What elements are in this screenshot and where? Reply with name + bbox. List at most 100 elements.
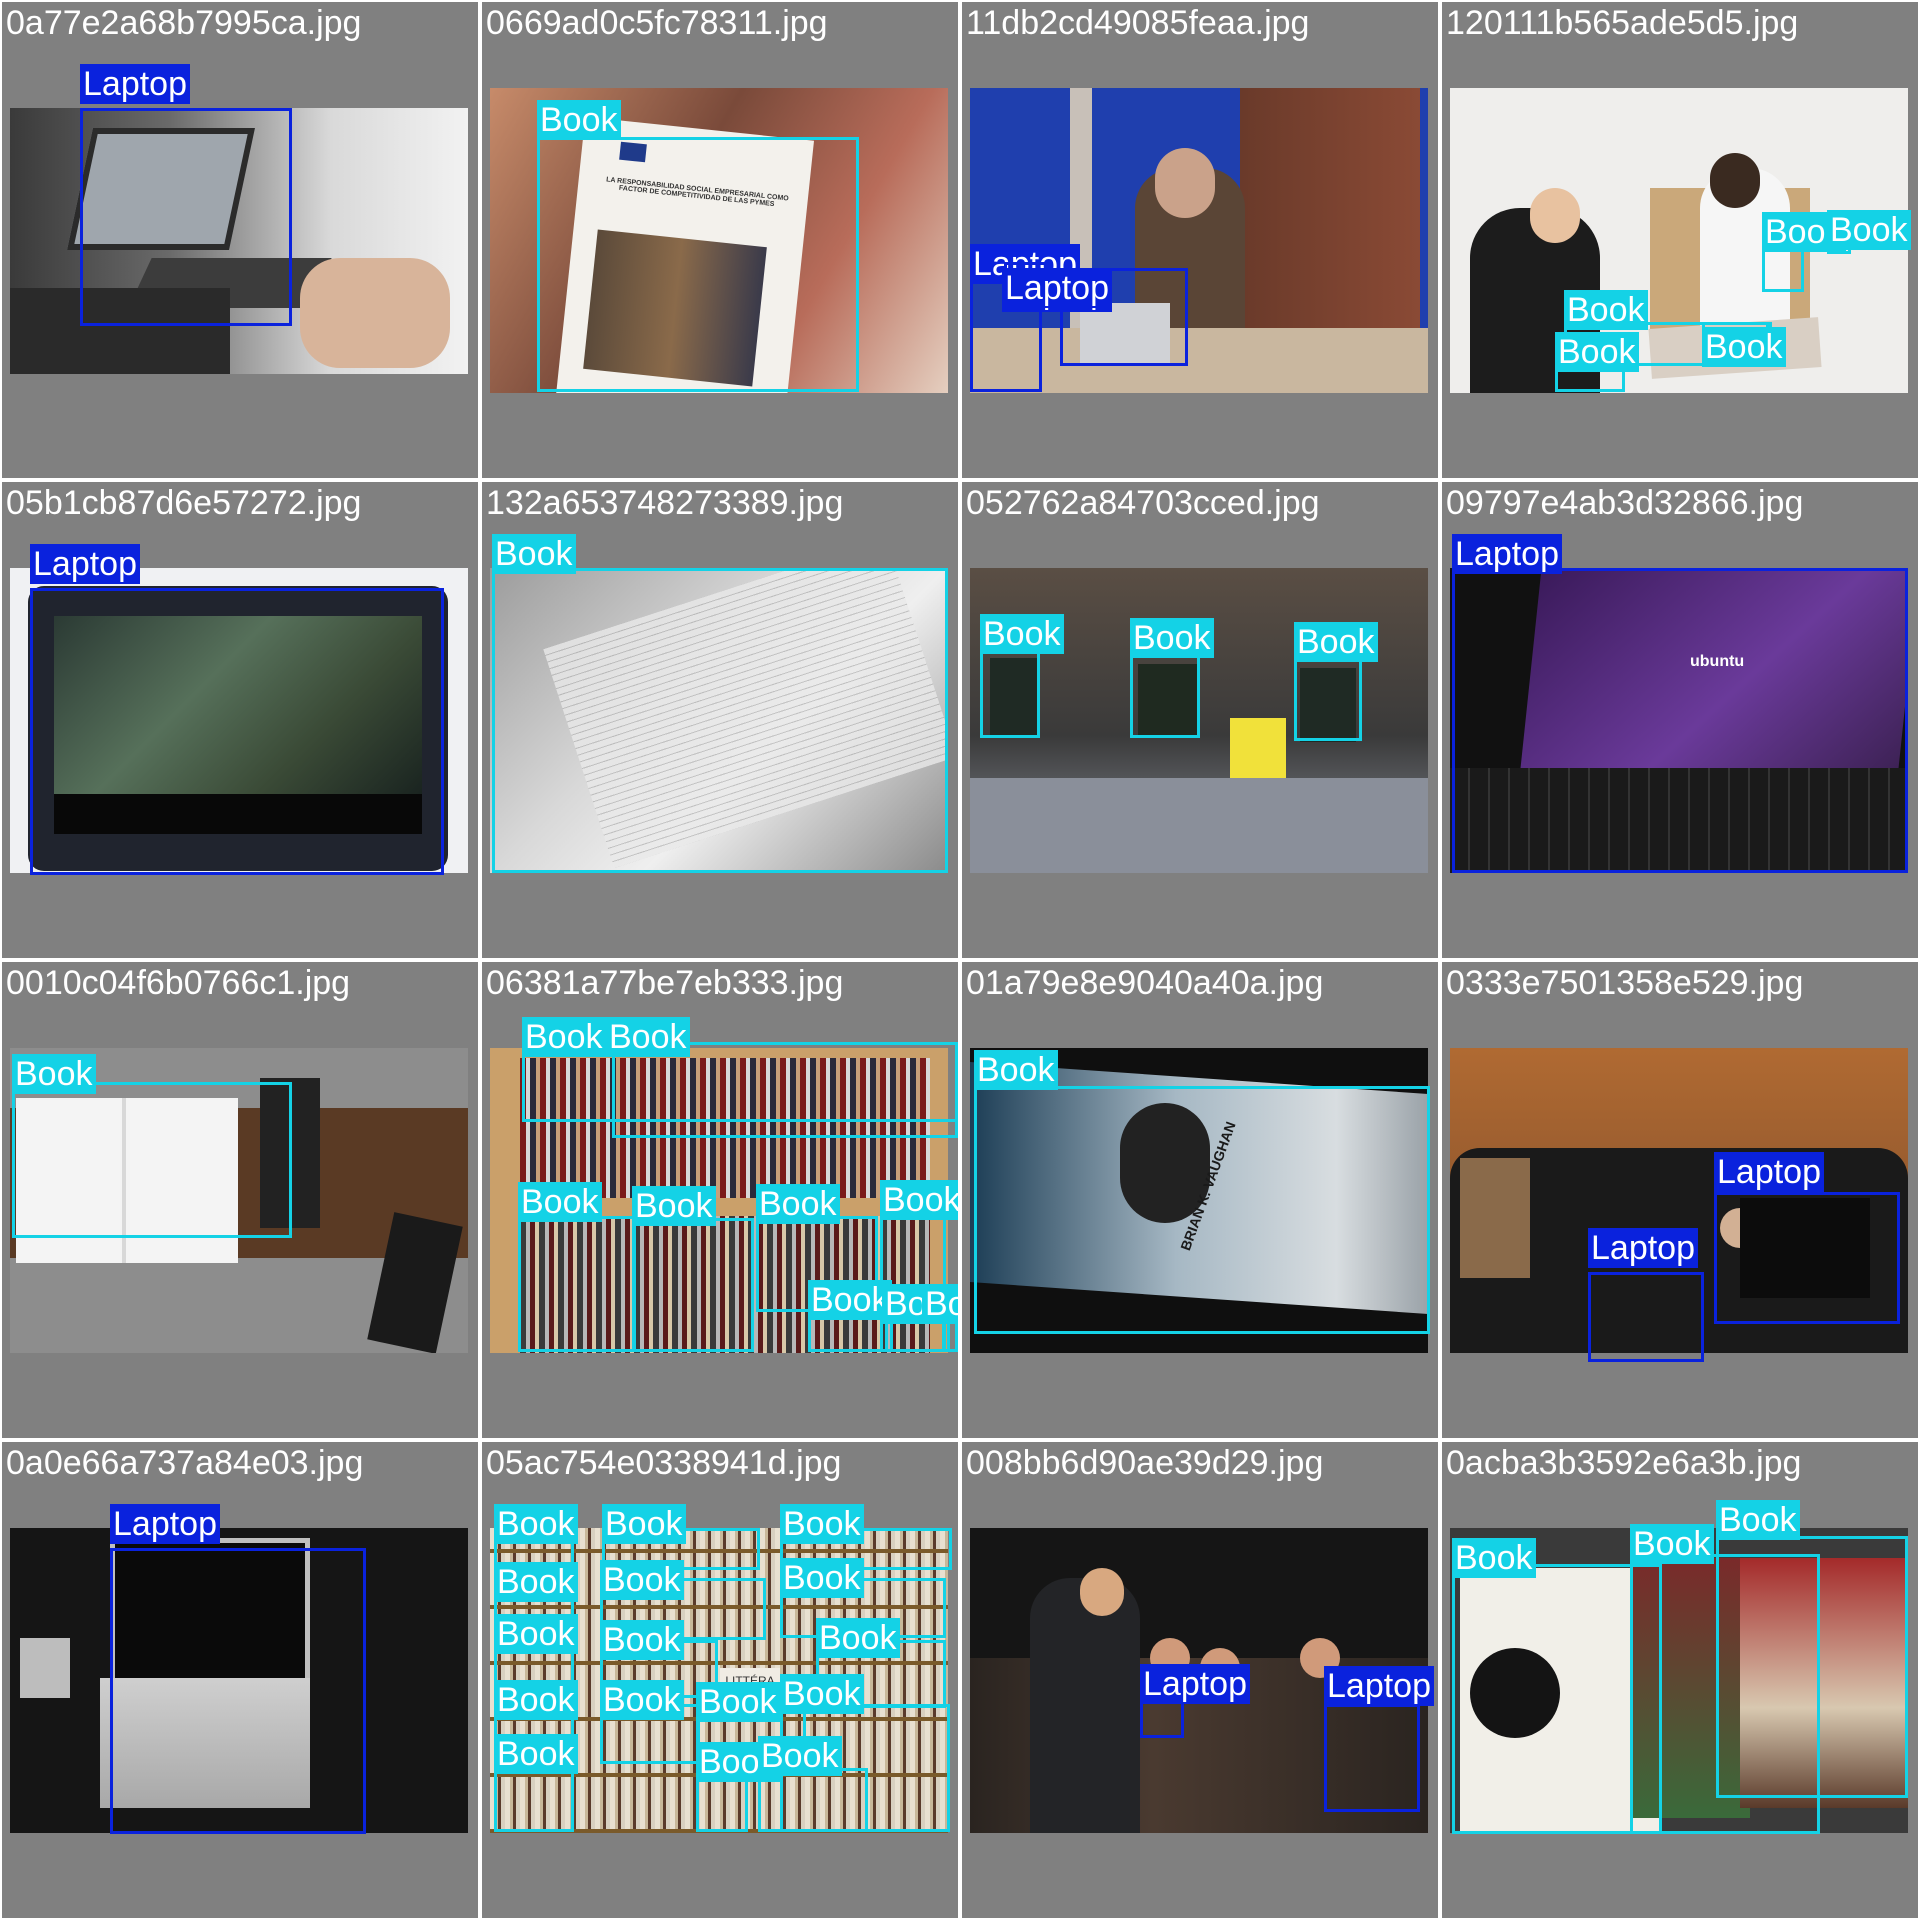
file-name: 052762a84703cced.jpg <box>966 484 1320 522</box>
book-label: Book <box>1827 210 1911 250</box>
grid-cell: LITTÉRA 05ac754e0338941d.jpg Book Book Book B… <box>482 1442 958 1918</box>
photo-detail <box>1080 1568 1124 1616</box>
book-label: Book <box>494 1614 578 1654</box>
book-label: Book <box>518 1182 602 1222</box>
grid-cell: 0010c04f6b0766c1.jpg Book <box>2 962 478 1438</box>
laptop-label: Laptop <box>1002 268 1112 308</box>
book-label: Book <box>494 1680 578 1720</box>
laptop-bounding-box <box>110 1548 366 1834</box>
book-label: Book <box>494 1562 578 1602</box>
file-name: 008bb6d90ae39d29.jpg <box>966 1444 1324 1482</box>
book-label: Book <box>12 1054 96 1094</box>
grid-cell: 0a0e66a737a84e03.jpg Laptop <box>2 1442 478 1918</box>
laptop-bounding-box <box>1714 1192 1900 1324</box>
book-label: Book <box>758 1736 842 1776</box>
grid-cell: 11db2cd49085feaa.jpgLaptopLaptopLaptop <box>962 2 1438 478</box>
laptop-label: Laptop <box>1140 1664 1250 1704</box>
file-name: 05ac754e0338941d.jpg <box>486 1444 842 1482</box>
grid-cell: 120111b565ade5d5.jpg Book Book Book Book Book <box>1442 2 1918 478</box>
file-name: 0a77e2a68b7995ca.jpg <box>6 4 362 42</box>
book-bounding-box <box>1130 654 1200 738</box>
file-name: 09797e4ab3d32866.jpg <box>1446 484 1804 522</box>
book-bounding-box <box>12 1082 292 1238</box>
book-label: Book <box>600 1680 684 1720</box>
laptop-bounding-box <box>80 108 292 326</box>
book-label: Book <box>537 100 621 140</box>
book-label: Book <box>756 1184 840 1224</box>
book-label: Book <box>1452 1538 1536 1578</box>
photo-detail <box>970 778 1428 873</box>
file-name: 0333e7501358e529.jpg <box>1446 964 1804 1002</box>
laptop-bounding-box <box>30 588 444 875</box>
grid-cell: 0acba3b3592e6a3b.jpg Book Book Book <box>1442 1442 1918 1918</box>
book-label: Book <box>1564 290 1648 330</box>
grid-cell: 052762a84703cced.jpg Book Book Book <box>962 482 1438 958</box>
laptop-bounding-box <box>1452 568 1908 873</box>
grid-cell: 06381a77be7eb333.jpg Book Book Book Book Book… <box>482 962 958 1438</box>
book-label: Book <box>522 1017 606 1057</box>
file-name: 01a79e8e9040a40a.jpg <box>966 964 1324 1002</box>
book-bounding-box <box>758 1768 868 1832</box>
book-label: Book <box>922 1284 958 1324</box>
book-bounding-box <box>492 568 948 873</box>
book-label: Book <box>980 614 1064 654</box>
grid-cell: ubuntu 09797e4ab3d32866.jpg Laptop <box>1442 482 1918 958</box>
photo-detail <box>20 1638 70 1698</box>
book-label: Book <box>606 1017 690 1057</box>
book-label: Book <box>492 534 576 574</box>
file-name: 11db2cd49085feaa.jpg <box>966 4 1310 42</box>
photo-detail <box>1155 148 1215 218</box>
laptop-label: Laptop <box>80 64 190 104</box>
book-label: Book <box>1294 622 1378 662</box>
book-label: Book <box>600 1620 684 1660</box>
file-name: 0010c04f6b0766c1.jpg <box>6 964 351 1002</box>
laptop-label: Laptop <box>30 544 140 584</box>
book-bounding-box <box>1716 1536 1908 1798</box>
laptop-label: Laptop <box>1588 1228 1698 1268</box>
laptop-bounding-box <box>1140 1700 1184 1738</box>
book-label: Book <box>808 1280 892 1320</box>
book-label: Book <box>880 1180 958 1220</box>
photo-detail <box>1460 1158 1530 1278</box>
photo-detail <box>300 258 450 368</box>
grid-cell: 008bb6d90ae39d29.jpg Laptop Laptop <box>962 1442 1438 1918</box>
file-name: 0a0e66a737a84e03.jpg <box>6 1444 364 1482</box>
grid-cell: 05b1cb87d6e57272.jpg Laptop <box>2 482 478 958</box>
detection-grid: 0a77e2a68b7995ca.jpg Laptop LA RESPONSABI… <box>0 0 1920 1920</box>
laptop-bounding-box <box>1588 1272 1704 1362</box>
photo-detail <box>1030 1578 1140 1833</box>
file-name: 120111b565ade5d5.jpg <box>1446 4 1799 42</box>
file-name: 132a653748273389.jpg <box>486 484 844 522</box>
laptop-label: Laptop <box>110 1504 220 1544</box>
book-label: Book <box>1716 1500 1800 1540</box>
laptop-label: Laptop <box>1714 1152 1824 1192</box>
book-bounding-box <box>974 1086 1430 1334</box>
book-label: Book <box>494 1504 578 1544</box>
book-label: Book <box>632 1186 716 1226</box>
file-name: 0acba3b3592e6a3b.jpg <box>1446 1444 1802 1482</box>
grid-cell: BRIAN K. VAUGHAN 01a79e8e9040a40a.jpg Book <box>962 962 1438 1438</box>
book-bounding-box <box>980 650 1040 738</box>
book-label: Book <box>494 1734 578 1774</box>
book-label: Book <box>1130 618 1214 658</box>
book-label: Book <box>1630 1524 1714 1564</box>
file-name: 05b1cb87d6e57272.jpg <box>6 484 362 522</box>
file-name: 0669ad0c5fc78311.jpg <box>486 4 828 42</box>
book-label: Book <box>696 1682 780 1722</box>
book-bounding-box <box>1294 657 1362 741</box>
book-bounding-box <box>537 137 859 392</box>
photo-detail <box>1710 153 1760 208</box>
laptop-label: Laptop <box>1324 1666 1434 1706</box>
laptop-label: Laptop <box>1452 534 1562 574</box>
book-bounding-box <box>632 1218 754 1352</box>
book-bounding-box <box>518 1216 636 1352</box>
book-label: Book <box>780 1674 864 1714</box>
photo-detail <box>1530 188 1580 243</box>
book-label: Book <box>1702 327 1786 367</box>
grid-cell: 0a77e2a68b7995ca.jpg Laptop <box>2 2 478 478</box>
grid-cell: LA RESPONSABILIDAD SOCIAL EMPRESARIAL CO… <box>482 2 958 478</box>
book-label: Book <box>816 1618 900 1658</box>
file-name: 06381a77be7eb333.jpg <box>486 964 844 1002</box>
book-label: Book <box>974 1050 1058 1090</box>
book-label: Book <box>780 1504 864 1544</box>
